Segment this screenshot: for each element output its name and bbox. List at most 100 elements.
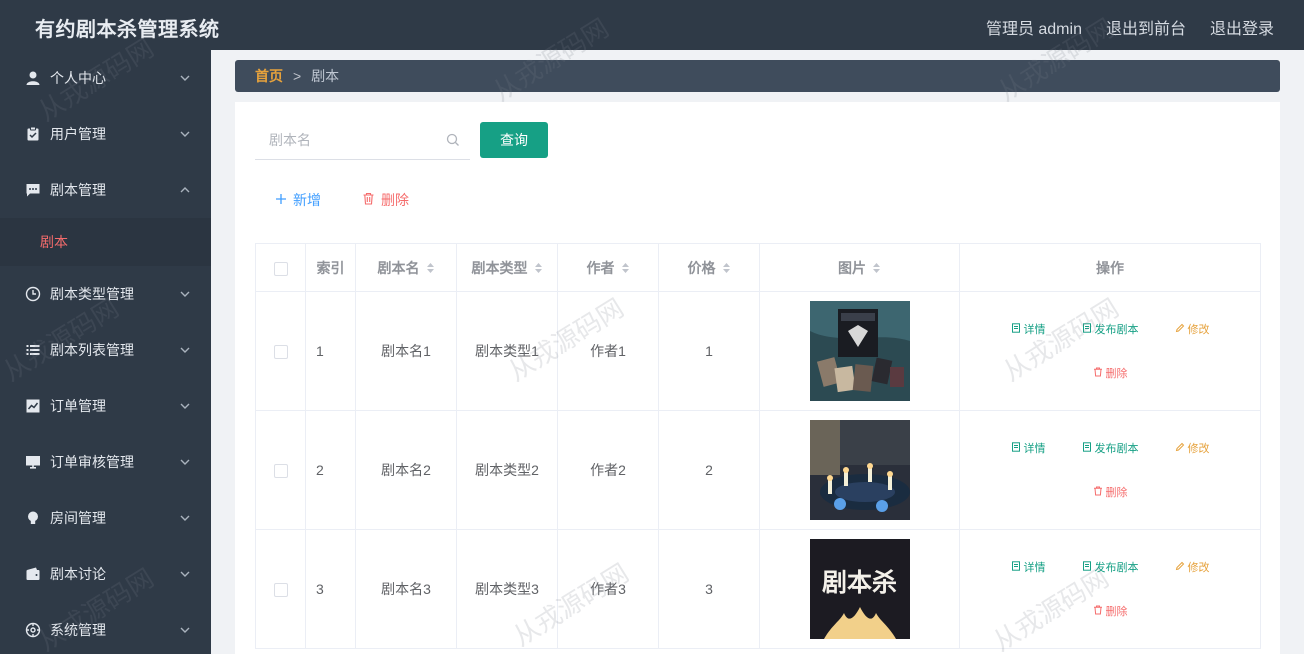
- column-header-actions: 操作: [959, 243, 1261, 292]
- select-all-cell: [255, 243, 306, 292]
- breadcrumb-separator: >: [293, 68, 302, 84]
- logout-link[interactable]: 退出登录: [1210, 15, 1274, 39]
- chevron-down-icon: [179, 288, 191, 300]
- main-content: 首页 > 剧本 查询 新增 删除 索引 剧本名: [211, 50, 1304, 654]
- delete-button[interactable]: 删除: [1093, 600, 1128, 622]
- column-header-type[interactable]: 剧本类型: [456, 243, 558, 292]
- front-link[interactable]: 退出到前台: [1106, 15, 1186, 39]
- edit-button[interactable]: 修改: [1175, 556, 1210, 578]
- chevron-down-icon: [179, 400, 191, 412]
- breadcrumb: 首页 > 剧本: [235, 60, 1280, 92]
- author-cell: 作者3: [557, 529, 659, 649]
- search-icon: [446, 133, 460, 147]
- script-kill-poster[interactable]: 剧本杀: [809, 539, 910, 639]
- batch-delete-button[interactable]: 删除: [362, 190, 409, 210]
- sidebar-item-users[interactable]: 用户管理: [0, 106, 211, 162]
- publish-button[interactable]: 发布剧本: [1082, 556, 1139, 578]
- select-all-checkbox[interactable]: [273, 261, 288, 276]
- detail-label: 详情: [1023, 443, 1046, 455]
- edit-button[interactable]: 修改: [1175, 437, 1210, 459]
- column-header-name[interactable]: 剧本名: [355, 243, 457, 292]
- crown-icon: [823, 607, 896, 639]
- header-label: 索引: [316, 259, 345, 276]
- sidebar-item-order-review[interactable]: 订单审核管理: [0, 434, 211, 490]
- document-icon: [1082, 322, 1092, 336]
- sidebar-item-profile[interactable]: 个人中心: [0, 50, 211, 106]
- row-checkbox[interactable]: [273, 583, 288, 598]
- author-cell: 作者2: [557, 410, 659, 530]
- content-panel: 查询 新增 删除 索引 剧本名 剧本类型 作者 价格 图片: [235, 102, 1280, 654]
- header-label: 剧本类型: [471, 259, 528, 276]
- table-row: 3 剧本名3 剧本类型3 作者3 3 剧本杀 详情 发布剧本 修改 删除: [255, 529, 1261, 649]
- sidebar-item-script-types[interactable]: 剧本类型管理: [0, 266, 211, 322]
- sort-caret-icon[interactable]: [872, 261, 881, 277]
- row-select-cell: [255, 410, 306, 530]
- game-box-photo[interactable]: [809, 301, 910, 401]
- gear-icon: [24, 621, 42, 639]
- row-checkbox[interactable]: [273, 464, 288, 479]
- sort-caret-icon[interactable]: [426, 261, 435, 277]
- sidebar: 个人中心 用户管理 剧本管理 剧本 剧本类型管理 剧本列表管理 订单管理 订单审…: [0, 50, 211, 654]
- column-header-index: 索引: [305, 243, 356, 292]
- search-input[interactable]: [255, 122, 435, 158]
- candle-table-photo[interactable]: [809, 420, 910, 520]
- type-cell: 剧本类型1: [456, 291, 558, 411]
- monitor-icon: [24, 453, 42, 471]
- chat-icon: [24, 181, 42, 199]
- row-select-cell: [255, 291, 306, 411]
- document-icon: [1011, 322, 1021, 336]
- row-actions-second-line: 删除: [970, 600, 1250, 622]
- sort-caret-icon[interactable]: [621, 261, 630, 277]
- detail-label: 详情: [1023, 562, 1046, 574]
- breadcrumb-current: 剧本: [311, 68, 340, 84]
- publish-button[interactable]: 发布剧本: [1082, 437, 1139, 459]
- sort-caret-icon[interactable]: [722, 261, 731, 277]
- query-button[interactable]: 查询: [480, 122, 548, 158]
- table-header-row: 索引 剧本名 剧本类型 作者 价格 图片 操作: [255, 243, 1261, 292]
- document-icon: [1011, 441, 1021, 455]
- sidebar-item-orders[interactable]: 订单管理: [0, 378, 211, 434]
- edit-button[interactable]: 修改: [1175, 318, 1210, 340]
- publish-label: 发布剧本: [1094, 443, 1139, 455]
- sidebar-item-scripts[interactable]: 剧本管理: [0, 162, 211, 218]
- author-cell: 作者1: [557, 291, 659, 411]
- header-label: 剧本名: [377, 259, 420, 276]
- index-cell: 3: [305, 529, 356, 649]
- type-cell: 剧本类型3: [456, 529, 558, 649]
- publish-label: 发布剧本: [1094, 562, 1139, 574]
- detail-button[interactable]: 详情: [1011, 437, 1046, 459]
- row-actions: 详情 发布剧本 修改 删除: [960, 318, 1260, 384]
- admin-label[interactable]: 管理员 admin: [986, 15, 1082, 39]
- row-checkbox[interactable]: [273, 345, 288, 360]
- trash-icon: [1093, 486, 1103, 499]
- actions-cell: 详情 发布剧本 修改 删除: [959, 291, 1261, 411]
- row-actions-second-line: 删除: [970, 362, 1250, 384]
- sidebar-item-label: 个人中心: [50, 70, 106, 86]
- sidebar-item-rooms[interactable]: 房间管理: [0, 490, 211, 546]
- sort-caret-icon[interactable]: [534, 261, 543, 277]
- publish-button[interactable]: 发布剧本: [1082, 318, 1139, 340]
- column-header-image[interactable]: 图片: [759, 243, 960, 292]
- table-row: 1 剧本名1 剧本类型1 作者1 1 详情 发布剧本 修改 删除: [255, 291, 1261, 411]
- clock-icon: [24, 285, 42, 303]
- price-cell: 2: [658, 410, 760, 530]
- delete-button[interactable]: 删除: [1093, 362, 1128, 384]
- detail-button[interactable]: 详情: [1011, 318, 1046, 340]
- row-actions: 详情 发布剧本 修改 删除: [960, 556, 1260, 622]
- delete-label: 删除: [1105, 606, 1128, 618]
- breadcrumb-home[interactable]: 首页: [255, 66, 283, 86]
- poster-title: 剧本杀: [821, 568, 897, 597]
- detail-button[interactable]: 详情: [1011, 556, 1046, 578]
- search-box: [255, 122, 470, 160]
- sidebar-item-discussion[interactable]: 剧本讨论: [0, 546, 211, 602]
- column-header-author[interactable]: 作者: [557, 243, 659, 292]
- delete-button[interactable]: 删除: [1093, 481, 1128, 503]
- document-icon: [1082, 441, 1092, 455]
- sidebar-item-script-list[interactable]: 剧本列表管理: [0, 322, 211, 378]
- add-button[interactable]: 新增: [275, 190, 321, 210]
- sidebar-subitem-script[interactable]: 剧本: [0, 218, 211, 266]
- sidebar-item-system[interactable]: 系统管理: [0, 602, 211, 654]
- column-header-price[interactable]: 价格: [658, 243, 760, 292]
- type-cell: 剧本类型2: [456, 410, 558, 530]
- chevron-up-icon: [179, 184, 191, 196]
